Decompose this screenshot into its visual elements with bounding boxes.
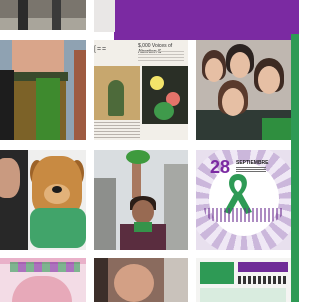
grid-thumbnail-september-28-poster[interactable]: 28 SEPTIEMBRE bbox=[196, 150, 291, 250]
event-month: SEPTIEMBRE bbox=[236, 160, 269, 166]
green-scarf bbox=[262, 118, 291, 140]
green-scarf bbox=[36, 78, 60, 140]
green-bandana bbox=[30, 208, 86, 248]
grid-thumbnail-green-scarf-person[interactable] bbox=[0, 40, 86, 140]
poster-logo: [== bbox=[94, 46, 108, 53]
grid-thumbnail-pink-bunting[interactable] bbox=[0, 258, 86, 302]
green-scarf bbox=[134, 222, 152, 232]
poster-text-lines bbox=[138, 51, 184, 61]
grid-thumbnail-raised-fist[interactable] bbox=[94, 150, 188, 250]
grid-thumbnail-crowd[interactable] bbox=[196, 40, 291, 140]
grid-thumbnail-street-feet[interactable] bbox=[0, 0, 86, 30]
grid-thumbnail-green-infographic[interactable] bbox=[196, 258, 291, 302]
purple-header-bar bbox=[114, 0, 299, 40]
poster-caption-lines bbox=[94, 122, 140, 138]
poster-illustration bbox=[94, 66, 140, 120]
grid-thumbnail-top-partial[interactable] bbox=[94, 0, 115, 32]
grid-thumbnail-portrait[interactable] bbox=[94, 258, 188, 302]
poster-flower-illustration bbox=[142, 66, 188, 124]
grid-thumbnail-article-poster[interactable]: [== $,000 Voices of Abortion S bbox=[94, 40, 188, 140]
green-side-strip bbox=[291, 34, 299, 302]
grid-thumbnail-man-with-dog[interactable] bbox=[0, 150, 86, 250]
